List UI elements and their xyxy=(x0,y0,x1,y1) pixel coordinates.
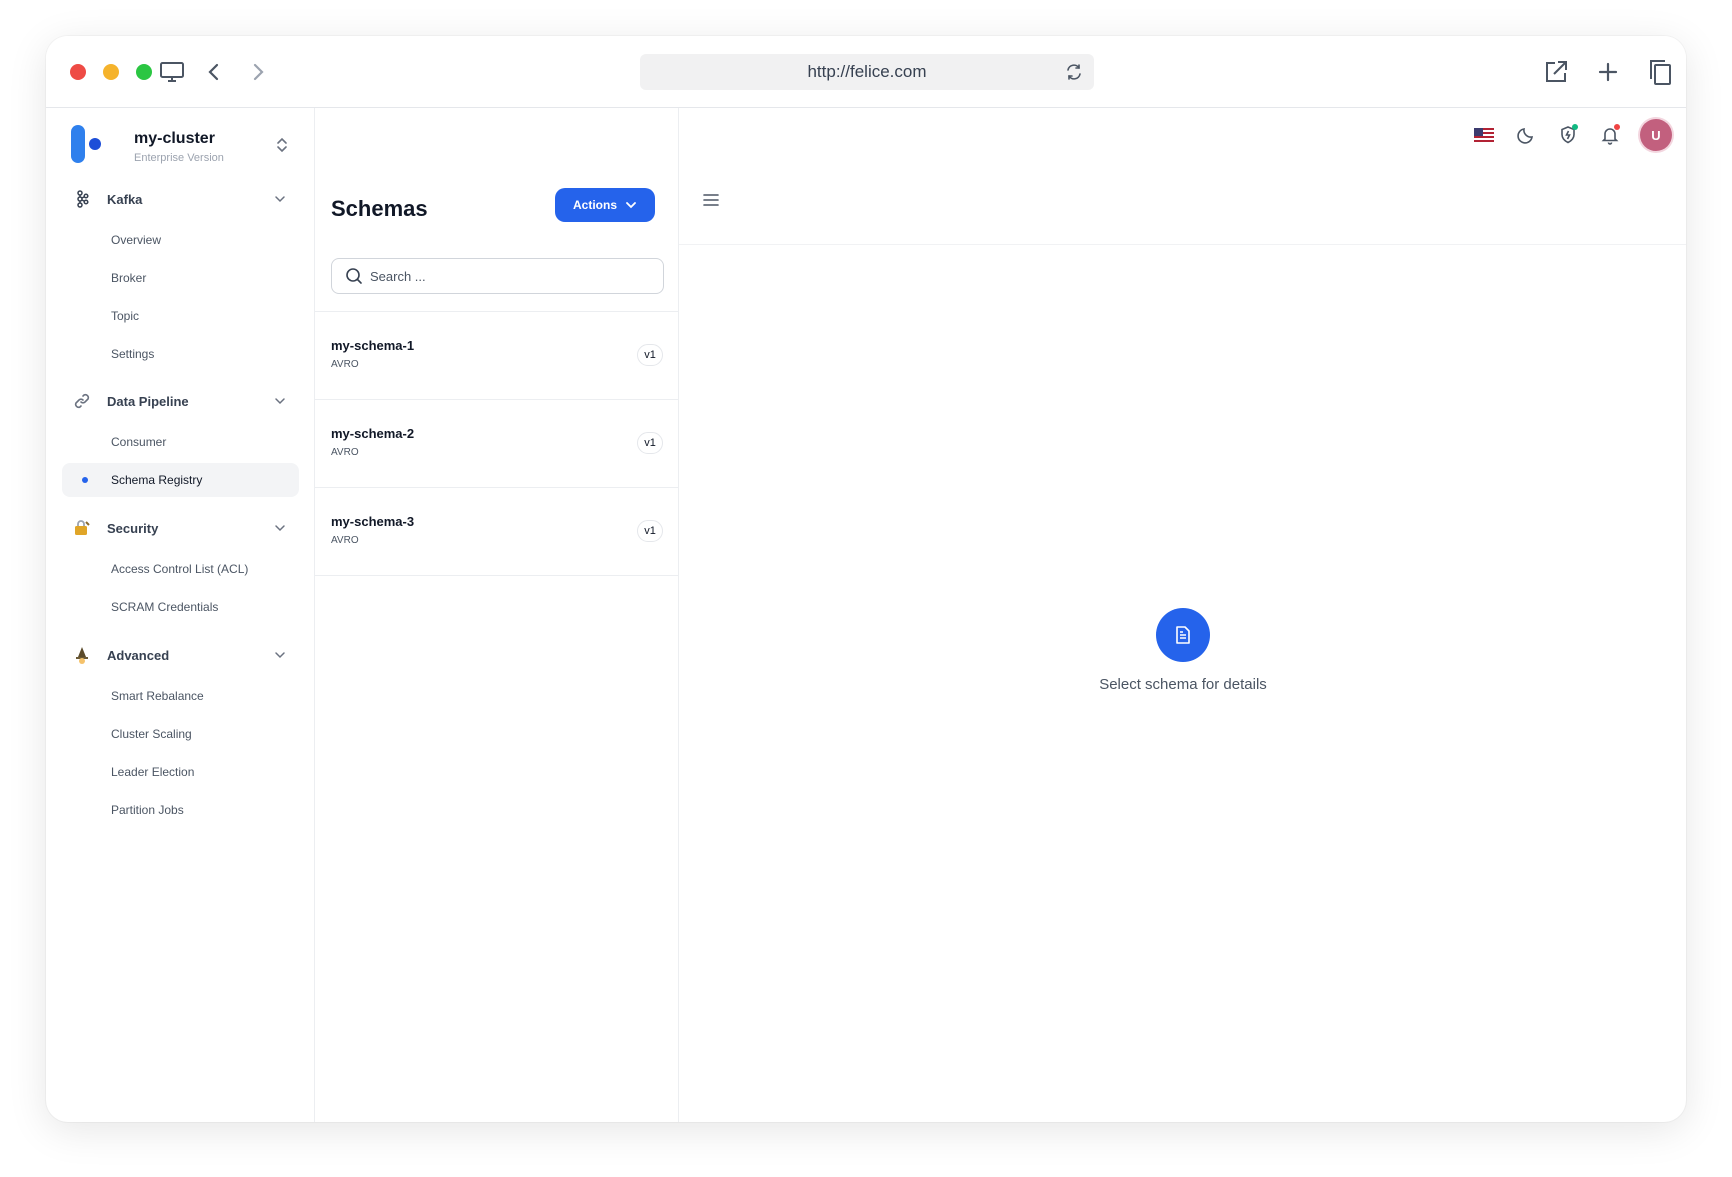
us-flag-icon[interactable] xyxy=(1472,123,1496,147)
search-input[interactable] xyxy=(370,268,630,284)
menu-icon[interactable] xyxy=(699,188,723,212)
sidebar-item-label: Partition Jobs xyxy=(111,803,184,817)
close-window-button[interactable] xyxy=(70,64,86,80)
sidebar-item-label: Access Control List (ACL) xyxy=(111,562,249,576)
back-icon[interactable] xyxy=(198,56,230,88)
version-badge: v1 xyxy=(637,344,663,366)
maximize-window-button[interactable] xyxy=(136,64,152,80)
search-icon xyxy=(346,268,362,284)
actions-button[interactable]: Actions xyxy=(555,188,655,222)
minimize-window-button[interactable] xyxy=(103,64,119,80)
sidebar-item-consumer[interactable]: Consumer xyxy=(62,425,299,459)
sidebar-item-label: Topic xyxy=(111,309,140,323)
empty-state-message: Select schema for details xyxy=(1099,676,1267,693)
reload-icon[interactable] xyxy=(1062,60,1086,84)
schema-type: AVRO xyxy=(331,359,359,370)
kafka-icon xyxy=(71,188,93,210)
chevron-down-icon[interactable] xyxy=(273,648,287,662)
sidebar-item-label: Consumer xyxy=(111,435,167,449)
search-box[interactable] xyxy=(331,258,664,294)
sidebar-item-overview[interactable]: Overview xyxy=(62,223,299,257)
schema-name: my-schema-1 xyxy=(331,338,415,353)
nav-group-advanced[interactable]: Advanced xyxy=(62,639,299,671)
version-badge: v1 xyxy=(637,520,663,542)
nav-group-label: Security xyxy=(107,520,159,536)
list-item[interactable]: my-schema-2 AVRO v1 xyxy=(315,399,679,487)
nav-group-label: Advanced xyxy=(107,647,170,663)
schema-name: my-schema-2 xyxy=(331,426,415,441)
sidebar-item-broker[interactable]: Broker xyxy=(62,261,299,295)
sidebar-item-acl[interactable]: Access Control List (ACL) xyxy=(62,552,299,586)
sidebar-item-label: Smart Rebalance xyxy=(111,689,204,703)
header-actions: U xyxy=(1472,118,1672,152)
sidebar-item-label: Leader Election xyxy=(111,765,195,779)
sidebar-item-smart-rebalance[interactable]: Smart Rebalance xyxy=(62,679,299,713)
chevron-down-icon[interactable] xyxy=(273,192,287,206)
actions-button-label: Actions xyxy=(572,198,617,212)
forward-icon[interactable] xyxy=(242,56,274,88)
status-badge xyxy=(1572,124,1578,130)
copy-icon[interactable] xyxy=(1644,56,1676,88)
sidebar: my-cluster Enterprise Version Kafka Over… xyxy=(46,108,315,1122)
sidebar-item-cluster-scaling[interactable]: Cluster Scaling xyxy=(62,717,299,751)
avatar[interactable]: U xyxy=(1640,119,1672,151)
shield-icon[interactable] xyxy=(1556,123,1580,147)
cluster-edition: Enterprise Version xyxy=(134,152,224,164)
page-title: Schemas xyxy=(331,196,428,221)
app-logo xyxy=(71,125,101,163)
sidebar-item-settings[interactable]: Settings xyxy=(62,337,299,371)
divider xyxy=(679,244,1686,245)
chevron-down-icon[interactable] xyxy=(273,394,287,408)
sidebar-item-schema-registry[interactable]: Schema Registry xyxy=(62,463,299,497)
moon-icon[interactable] xyxy=(1514,123,1538,147)
list-item[interactable]: my-schema-1 AVRO v1 xyxy=(315,311,679,399)
open-external-icon[interactable] xyxy=(1540,56,1572,88)
divider xyxy=(315,575,679,576)
nav-group-label: Kafka xyxy=(107,191,143,207)
cluster-switch-icon[interactable] xyxy=(274,136,290,154)
wizard-icon xyxy=(71,644,93,666)
schema-type: AVRO xyxy=(331,447,359,458)
version-badge: v1 xyxy=(637,432,663,454)
sidebar-item-label: Settings xyxy=(111,347,155,361)
notification-badge xyxy=(1614,124,1620,130)
sidebar-item-leader-election[interactable]: Leader Election xyxy=(62,755,299,789)
browser-toolbar: http://felice.com xyxy=(46,36,1686,108)
nav-group-data-pipeline[interactable]: Data Pipeline xyxy=(62,385,299,417)
address-bar[interactable]: http://felice.com xyxy=(640,54,1094,90)
document-icon xyxy=(1156,608,1210,662)
chevron-down-icon xyxy=(626,202,636,209)
browser-window: http://felice.com my-cluster Enterprise … xyxy=(46,36,1686,1122)
schema-name: my-schema-3 xyxy=(331,514,415,529)
sidebar-item-topic[interactable]: Topic xyxy=(62,299,299,333)
sidebar-item-label: Overview xyxy=(111,233,162,247)
nav-group-security[interactable]: Security xyxy=(62,512,299,544)
chevron-down-icon[interactable] xyxy=(273,521,287,535)
sidebar-item-label: Schema Registry xyxy=(111,473,203,487)
lock-icon xyxy=(71,517,93,539)
schema-type: AVRO xyxy=(331,535,359,546)
new-tab-icon[interactable] xyxy=(1592,56,1624,88)
sidebar-item-label: SCRAM Credentials xyxy=(111,600,219,614)
url-text: http://felice.com xyxy=(807,62,927,81)
nav-group-kafka[interactable]: Kafka xyxy=(62,183,299,215)
monitor-icon[interactable] xyxy=(156,56,188,88)
sidebar-item-label: Cluster Scaling xyxy=(111,727,192,741)
sidebar-item-scram-credentials[interactable]: SCRAM Credentials xyxy=(62,590,299,624)
schema-detail-panel: U Select schema for details xyxy=(679,108,1686,1122)
nav-group-label: Data Pipeline xyxy=(107,393,189,409)
sidebar-item-label: Broker xyxy=(111,271,147,285)
link-icon xyxy=(71,390,93,412)
cluster-name: my-cluster xyxy=(134,130,215,147)
list-item[interactable]: my-schema-3 AVRO v1 xyxy=(315,487,679,575)
bell-icon[interactable] xyxy=(1598,123,1622,147)
sidebar-item-partition-jobs[interactable]: Partition Jobs xyxy=(62,793,299,827)
active-indicator xyxy=(82,477,88,483)
schema-list-panel: Schemas Actions my-schema-1 AVRO v1 my-s… xyxy=(315,108,679,1122)
